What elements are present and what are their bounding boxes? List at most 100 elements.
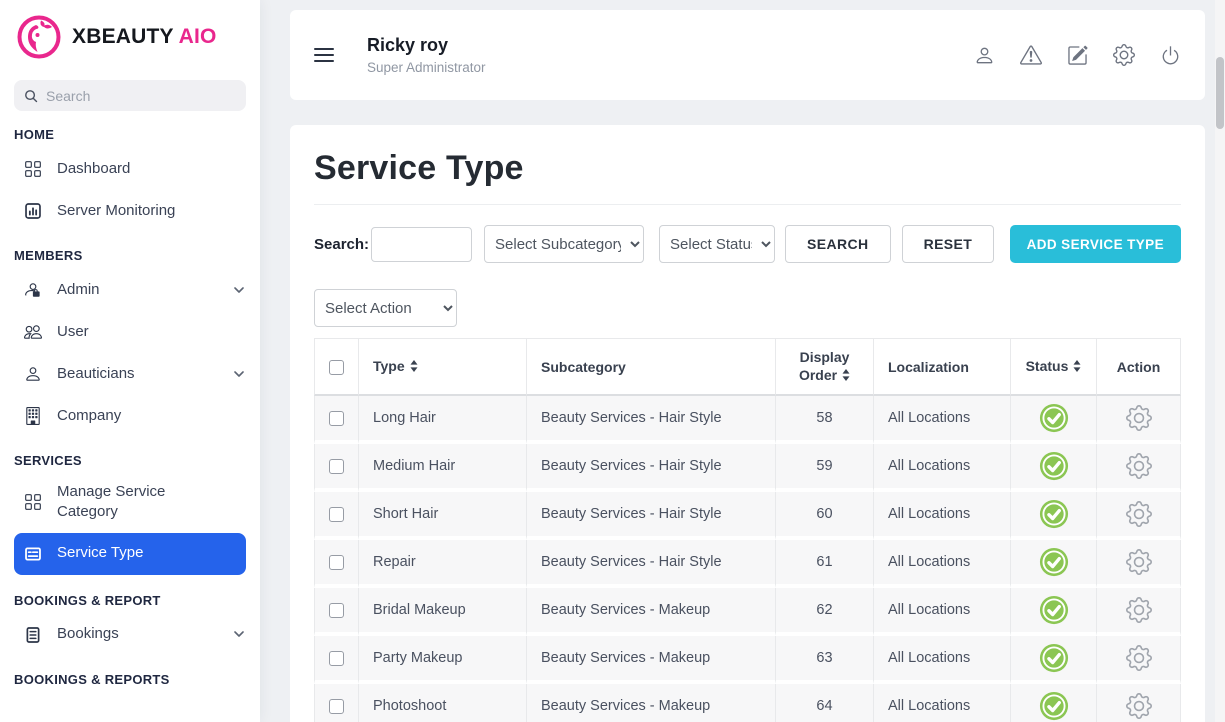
- bulk-action-row: Select Action: [314, 289, 1181, 327]
- row-checkbox[interactable]: [329, 555, 344, 570]
- status-cell: [1010, 684, 1096, 722]
- sidebar-item-user[interactable]: User: [0, 311, 260, 353]
- row-checkbox[interactable]: [329, 459, 344, 474]
- row-settings-gear-icon[interactable]: [1126, 501, 1152, 527]
- row-checkbox[interactable]: [329, 651, 344, 666]
- page-scrollbar-track[interactable]: [1215, 0, 1225, 722]
- hamburger-menu-icon[interactable]: [314, 48, 334, 63]
- row-settings-gear-icon[interactable]: [1126, 453, 1152, 479]
- sidebar-item-dashboard[interactable]: Dashboard: [0, 148, 260, 190]
- sidebar-item-server-monitoring[interactable]: Server Monitoring: [0, 190, 260, 232]
- add-service-type-button[interactable]: ADD SERVICE TYPE: [1010, 225, 1181, 263]
- status-active-icon[interactable]: [1039, 643, 1069, 673]
- filter-bar: Search: Select Subcategory Select Status…: [314, 225, 1181, 263]
- sidebar-item-service-type[interactable]: Service Type: [14, 533, 246, 575]
- sidebar-item-bookings[interactable]: Bookings: [0, 614, 260, 656]
- sidebar-search-input[interactable]: [46, 88, 236, 104]
- select-all-checkbox[interactable]: [329, 360, 344, 375]
- sidebar-item-beauticians[interactable]: Beauticians: [0, 353, 260, 395]
- chevron-down-icon: [234, 631, 244, 638]
- type-cell: Long Hair: [358, 396, 526, 444]
- localization-cell: All Locations: [873, 444, 1010, 492]
- display-order-cell: 60: [775, 492, 873, 540]
- status-cell: [1010, 492, 1096, 540]
- status-select[interactable]: Select Status: [659, 225, 775, 263]
- people-icon: [24, 323, 42, 341]
- sidebar-search[interactable]: [14, 80, 246, 111]
- row-settings-gear-icon[interactable]: [1126, 405, 1152, 431]
- section-label-bookings-report: BOOKINGS & REPORT: [0, 577, 260, 614]
- status-active-icon[interactable]: [1039, 403, 1069, 433]
- search-button[interactable]: SEARCH: [785, 225, 891, 263]
- localization-cell: All Locations: [873, 588, 1010, 636]
- action-cell: [1096, 588, 1181, 636]
- row-checkbox[interactable]: [329, 411, 344, 426]
- row-select-cell: [314, 588, 358, 636]
- page-title: Service Type: [314, 149, 1181, 188]
- type-cell: Party Makeup: [358, 636, 526, 684]
- grid-icon: [24, 493, 42, 511]
- bulk-action-select[interactable]: Select Action: [314, 289, 457, 327]
- row-settings-gear-icon[interactable]: [1126, 597, 1152, 623]
- table-row: Medium Hair Beauty Services - Hair Style…: [314, 444, 1181, 492]
- reset-button[interactable]: RESET: [902, 225, 995, 263]
- memo-icon[interactable]: [1067, 45, 1088, 66]
- chevron-down-icon: [234, 287, 244, 294]
- page-scrollbar-thumb[interactable]: [1216, 57, 1224, 129]
- status-active-icon[interactable]: [1039, 499, 1069, 529]
- user-icon[interactable]: [974, 45, 995, 66]
- select-all-cell: [314, 338, 358, 396]
- localization-cell: All Locations: [873, 636, 1010, 684]
- table-row: Party Makeup Beauty Services - Makeup 63…: [314, 636, 1181, 684]
- action-cell: [1096, 396, 1181, 444]
- content-card: Service Type Search: Select Subcategory …: [290, 125, 1205, 722]
- localization-cell: All Locations: [873, 684, 1010, 722]
- chevron-down-icon: [234, 371, 244, 378]
- display-order-cell: 59: [775, 444, 873, 492]
- user-block: Ricky roy Super Administrator: [367, 35, 486, 75]
- document-icon: [24, 626, 42, 644]
- row-settings-gear-icon[interactable]: [1126, 549, 1152, 575]
- display-order-cell: 58: [775, 396, 873, 444]
- display-order-cell: 64: [775, 684, 873, 722]
- section-label-services: SERVICES: [0, 437, 260, 474]
- table-row: Bridal Makeup Beauty Services - Makeup 6…: [314, 588, 1181, 636]
- brand-logo[interactable]: XBEAUTY AIO: [0, 0, 260, 72]
- card-list-icon: [24, 545, 42, 563]
- subcategory-cell: Beauty Services - Makeup: [526, 588, 775, 636]
- action-cell: [1096, 684, 1181, 722]
- user-name: Ricky roy: [367, 35, 486, 56]
- subcategory-cell: Beauty Services - Makeup: [526, 636, 775, 684]
- topbar: Ricky roy Super Administrator: [290, 10, 1205, 100]
- row-select-cell: [314, 540, 358, 588]
- person-icon: [24, 365, 42, 383]
- status-active-icon[interactable]: [1039, 691, 1069, 721]
- type-cell: Short Hair: [358, 492, 526, 540]
- sidebar-item-admin[interactable]: Admin: [0, 269, 260, 311]
- status-active-icon[interactable]: [1039, 547, 1069, 577]
- settings-icon[interactable]: [1113, 44, 1135, 66]
- row-checkbox[interactable]: [329, 603, 344, 618]
- row-checkbox[interactable]: [329, 507, 344, 522]
- brand-logo-icon: [16, 14, 62, 60]
- bar-chart-icon: [24, 202, 42, 220]
- status-active-icon[interactable]: [1039, 451, 1069, 481]
- row-settings-gear-icon[interactable]: [1126, 645, 1152, 671]
- display-order-cell: 62: [775, 588, 873, 636]
- sidebar-item-company[interactable]: Company: [0, 395, 260, 437]
- row-settings-gear-icon[interactable]: [1126, 693, 1152, 719]
- warning-icon[interactable]: [1020, 44, 1042, 66]
- display-order-cell: 63: [775, 636, 873, 684]
- row-checkbox[interactable]: [329, 699, 344, 714]
- status-active-icon[interactable]: [1039, 595, 1069, 625]
- sidebar-item-manage-service-category[interactable]: Manage Service Category: [0, 474, 260, 531]
- user-role: Super Administrator: [367, 60, 486, 75]
- subcategory-select[interactable]: Select Subcategory: [484, 225, 644, 263]
- section-label-members: MEMBERS: [0, 232, 260, 269]
- column-header-status[interactable]: Status: [1010, 338, 1096, 396]
- row-select-cell: [314, 684, 358, 722]
- column-header-type[interactable]: Type: [358, 338, 526, 396]
- column-header-display-order[interactable]: Display Order: [775, 338, 873, 396]
- search-input[interactable]: [371, 227, 472, 262]
- power-icon[interactable]: [1160, 45, 1181, 66]
